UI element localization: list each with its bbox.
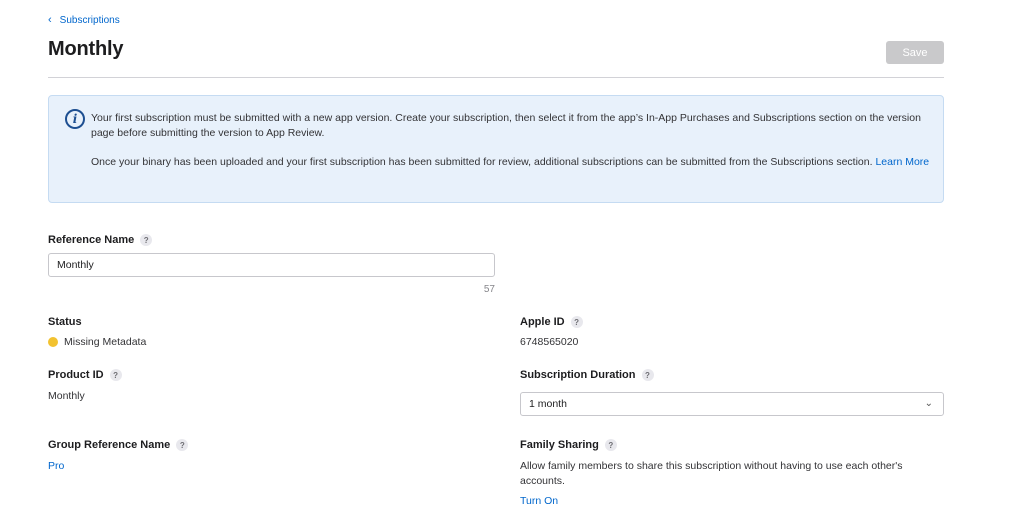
help-icon[interactable]: ? xyxy=(604,439,617,451)
apple-id-label-text: Apple ID xyxy=(520,316,565,328)
chevron-left-icon: ‹ xyxy=(48,14,52,26)
status-label: Status xyxy=(48,316,82,328)
back-link-label: Subscriptions xyxy=(59,15,120,26)
subscription-duration-select[interactable]: 1 month ⌄ xyxy=(520,392,944,416)
learn-more-link[interactable]: Learn More xyxy=(875,156,929,168)
back-link-subscriptions[interactable]: ‹ Subscriptions xyxy=(48,14,120,27)
character-counter: 57 xyxy=(483,284,495,295)
help-icon[interactable]: ? xyxy=(140,234,153,246)
product-id-label: Product ID ? xyxy=(48,369,122,381)
product-id-label-text: Product ID xyxy=(48,369,104,381)
family-sharing-label: Family Sharing ? xyxy=(520,439,617,451)
subscription-duration-label-text: Subscription Duration xyxy=(520,369,636,381)
help-icon[interactable]: ? xyxy=(570,316,583,328)
header-divider xyxy=(48,77,944,78)
family-sharing-label-text: Family Sharing xyxy=(520,439,599,451)
help-icon[interactable]: ? xyxy=(109,369,122,381)
reference-name-label-text: Reference Name xyxy=(48,234,135,246)
notice-paragraph-2: Once your binary has been uploaded and y… xyxy=(91,155,931,170)
group-reference-name-label-text: Group Reference Name xyxy=(48,439,171,451)
family-sharing-description: Allow family members to share this subsc… xyxy=(520,460,903,487)
product-id-value: Monthly xyxy=(48,390,85,402)
chevron-down-icon: ⌄ xyxy=(924,398,933,409)
help-icon[interactable]: ? xyxy=(176,439,189,451)
reference-name-input[interactable] xyxy=(48,253,495,277)
notice-paragraph-2-text: Once your binary has been uploaded and y… xyxy=(91,156,876,168)
group-reference-name-label: Group Reference Name ? xyxy=(48,439,189,451)
status-value: Missing Metadata xyxy=(64,336,147,348)
save-button[interactable]: Save xyxy=(886,41,944,64)
notice-paragraph-1: Your first subscription must be submitte… xyxy=(91,112,921,139)
help-icon[interactable]: ? xyxy=(641,369,654,381)
reference-name-label: Reference Name ? xyxy=(48,234,153,246)
page-title: Monthly xyxy=(48,38,124,60)
info-notice: i Your first subscription must be submit… xyxy=(48,95,944,203)
status-dot-icon xyxy=(48,337,58,347)
subscription-duration-value: 1 month xyxy=(529,398,567,410)
info-icon: i xyxy=(65,109,85,129)
group-reference-name-link[interactable]: Pro xyxy=(48,460,64,472)
turn-on-family-sharing-link[interactable]: Turn On xyxy=(520,495,558,507)
subscription-duration-label: Subscription Duration ? xyxy=(520,369,654,381)
status-label-text: Status xyxy=(48,316,82,328)
apple-id-value: 6748565020 xyxy=(520,336,579,348)
apple-id-label: Apple ID ? xyxy=(520,316,583,328)
